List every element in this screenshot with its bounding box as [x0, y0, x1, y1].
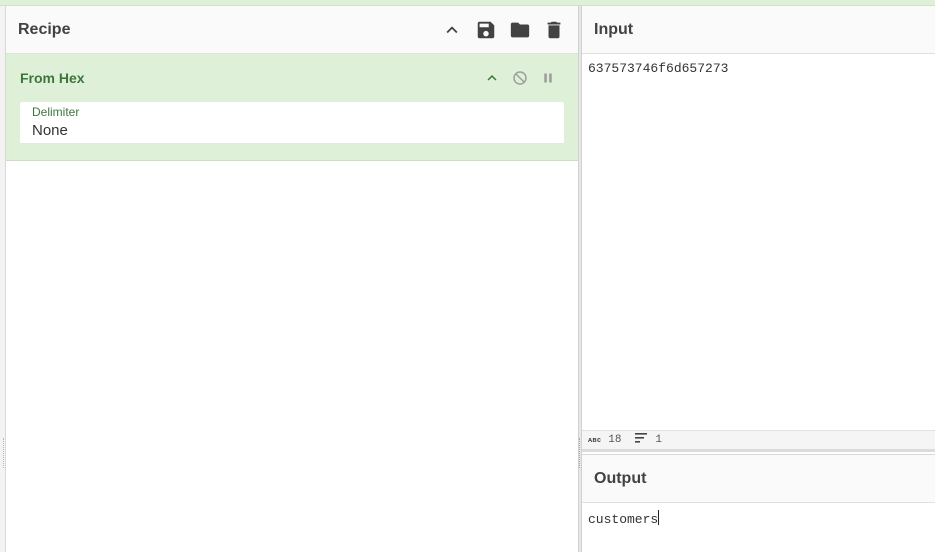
delimiter-field[interactable]: Delimiter None: [20, 102, 564, 144]
text-caret: [658, 510, 660, 525]
folder-icon[interactable]: [508, 18, 532, 42]
operation-header: From Hex: [20, 54, 564, 102]
trash-icon[interactable]: [542, 18, 566, 42]
delimiter-label: Delimiter: [32, 105, 80, 119]
output-title: Output: [594, 469, 647, 487]
resize-handle[interactable]: [3, 438, 4, 468]
output-value: customers: [588, 512, 659, 527]
save-icon[interactable]: [474, 18, 498, 42]
lines-value: 1: [655, 434, 663, 446]
input-textarea[interactable]: 637573746f6d657273: [582, 54, 935, 84]
recipe-pane: Recipe From Hex Delimiter None: [6, 6, 578, 552]
operation-controls: [482, 68, 558, 88]
recipe-header: Recipe: [6, 6, 578, 54]
operation-from-hex[interactable]: From Hex Delimiter None: [6, 54, 578, 161]
chevron-up-icon[interactable]: [440, 18, 464, 42]
disable-icon[interactable]: [510, 68, 530, 88]
lines-icon: [635, 433, 655, 447]
output-textarea[interactable]: customers: [582, 503, 935, 535]
input-header: Input: [582, 6, 935, 54]
input-title: Input: [594, 20, 634, 38]
output-pane: Output customers: [582, 454, 935, 552]
recipe-toolbar: [440, 18, 566, 42]
chevron-up-icon[interactable]: [482, 68, 502, 88]
length-stat: ᴀʙᴄ 18: [588, 434, 621, 446]
abc-icon: ᴀʙᴄ: [588, 436, 602, 444]
operation-title: From Hex: [20, 70, 85, 86]
output-header: Output: [582, 455, 935, 503]
input-status-bar: ᴀʙᴄ 18 1: [582, 430, 935, 452]
delimiter-value[interactable]: None: [32, 121, 552, 141]
recipe-title: Recipe: [18, 20, 71, 38]
lines-stat: 1: [635, 433, 662, 447]
pause-icon[interactable]: [538, 68, 558, 88]
divider-handle[interactable]: [579, 438, 580, 468]
input-pane: Input 637573746f6d657273 ᴀʙᴄ 18 1: [582, 6, 935, 452]
length-value: 18: [608, 434, 622, 446]
